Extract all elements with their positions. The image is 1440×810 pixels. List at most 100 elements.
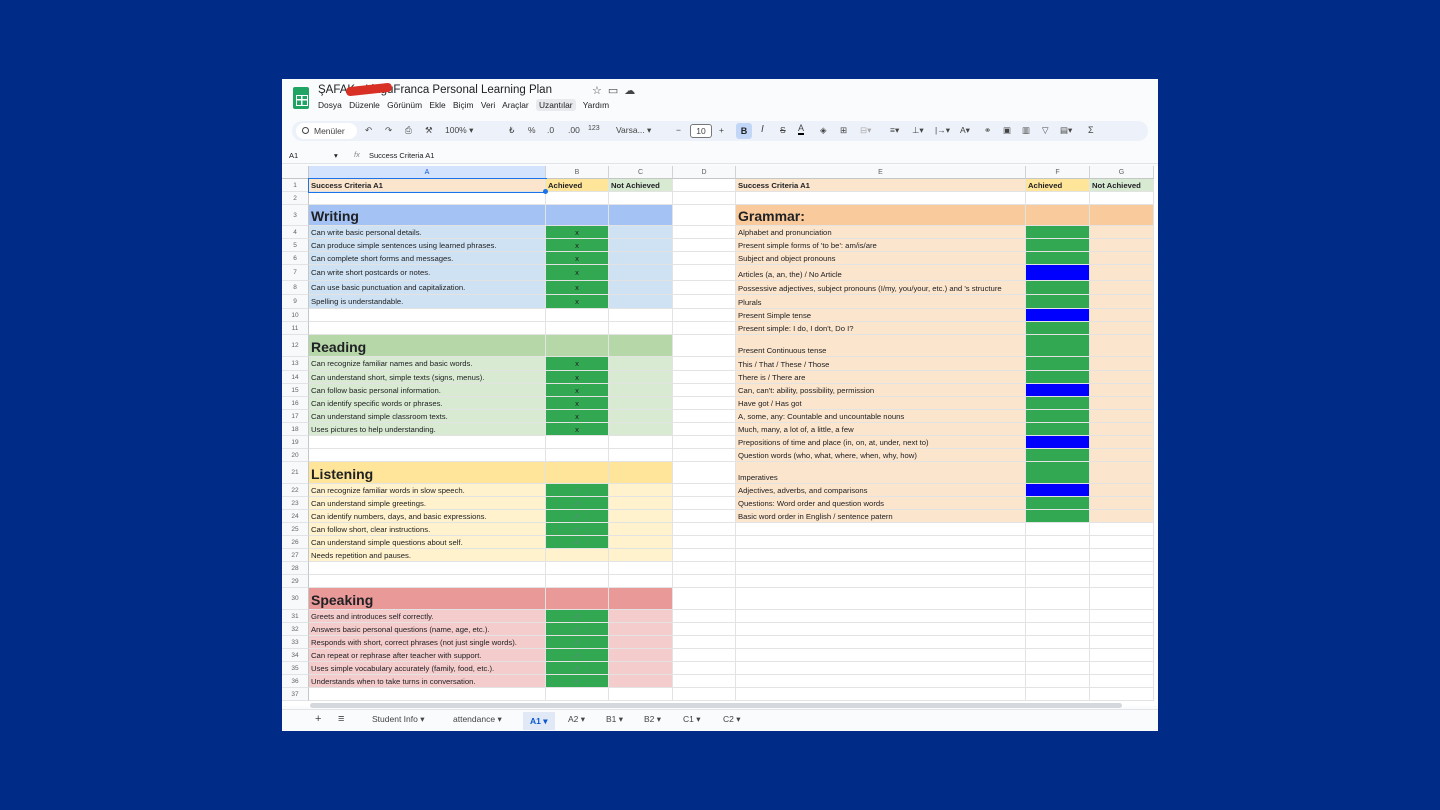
- cell[interactable]: [673, 410, 736, 423]
- cell[interactable]: [309, 562, 546, 575]
- grammar-criteria-cell[interactable]: A, some, any: Countable and uncountable …: [736, 410, 1026, 423]
- cell[interactable]: [1090, 523, 1154, 536]
- cell[interactable]: [1090, 536, 1154, 549]
- row-header[interactable]: 13: [282, 357, 309, 371]
- italic-button[interactable]: I: [761, 124, 764, 135]
- column-header-c[interactable]: C: [609, 166, 673, 179]
- cell[interactable]: [736, 575, 1026, 588]
- grammar-not-achieved-cell[interactable]: [1090, 462, 1154, 484]
- row-header[interactable]: 25: [282, 523, 309, 536]
- comment-icon[interactable]: ▣: [1003, 125, 1011, 136]
- grammar-criteria-cell[interactable]: Questions: Word order and question words: [736, 497, 1026, 510]
- grammar-achieved-cell[interactable]: [1026, 410, 1090, 423]
- not-achieved-cell[interactable]: [609, 295, 673, 309]
- cell[interactable]: [1090, 549, 1154, 562]
- row-header[interactable]: 28: [282, 562, 309, 575]
- cell[interactable]: [546, 436, 609, 449]
- achieved-mark[interactable]: ✓: [546, 623, 609, 636]
- grammar-criteria-cell[interactable]: There is / There are: [736, 371, 1026, 384]
- achieved-mark[interactable]: x: [546, 397, 609, 410]
- cell[interactable]: [309, 192, 546, 205]
- cell[interactable]: [736, 649, 1026, 662]
- redo-icon[interactable]: ↷: [385, 125, 392, 136]
- cell[interactable]: [673, 281, 736, 295]
- header-achieved[interactable]: Achieved: [1026, 179, 1090, 192]
- grammar-achieved-cell[interactable]: [1026, 371, 1090, 384]
- name-box[interactable]: A1: [289, 151, 298, 160]
- criteria-cell[interactable]: Can identify specific words or phrases.: [309, 397, 546, 410]
- cell[interactable]: [309, 309, 546, 322]
- grammar-not-achieved-cell[interactable]: [1090, 226, 1154, 239]
- criteria-cell[interactable]: Responds with short, correct phrases (no…: [309, 636, 546, 649]
- achieved-mark[interactable]: x: [546, 239, 609, 252]
- section-header-cell[interactable]: [546, 588, 609, 610]
- column-header-b[interactable]: B: [546, 166, 609, 179]
- sheets-logo-icon[interactable]: [293, 87, 309, 109]
- achieved-mark[interactable]: ✓: [546, 610, 609, 623]
- cell[interactable]: [609, 449, 673, 462]
- horizontal-scrollbar[interactable]: [310, 703, 1122, 708]
- grammar-criteria-cell[interactable]: Present simple: I do, I don't, Do I?: [736, 322, 1026, 335]
- grammar-achieved-cell[interactable]: [1026, 281, 1090, 295]
- cell[interactable]: [1090, 662, 1154, 675]
- header-achieved[interactable]: Achieved: [546, 179, 609, 192]
- cell[interactable]: [673, 675, 736, 688]
- criteria-cell[interactable]: Can recognize familiar names and basic w…: [309, 357, 546, 371]
- cell[interactable]: [673, 322, 736, 335]
- achieved-mark[interactable]: ✓: [546, 536, 609, 549]
- cell[interactable]: [673, 397, 736, 410]
- row-header[interactable]: 1: [282, 179, 309, 192]
- grammar-criteria-cell[interactable]: This / That / These / Those: [736, 357, 1026, 371]
- grid-corner[interactable]: [282, 166, 309, 179]
- formula-input[interactable]: Success Criteria A1: [369, 151, 434, 160]
- criteria-cell[interactable]: Can use basic punctuation and capitaliza…: [309, 281, 546, 295]
- column-header-f[interactable]: F: [1026, 166, 1090, 179]
- row-header[interactable]: 16: [282, 397, 309, 410]
- cell[interactable]: [736, 623, 1026, 636]
- cell[interactable]: [309, 449, 546, 462]
- cell[interactable]: [736, 549, 1026, 562]
- achieved-mark[interactable]: x: [546, 252, 609, 265]
- row-header[interactable]: 32: [282, 623, 309, 636]
- criteria-cell[interactable]: Answers basic personal questions (name, …: [309, 623, 546, 636]
- row-header[interactable]: 7: [282, 265, 309, 281]
- fill-color-icon[interactable]: ◈: [820, 125, 827, 136]
- folder-icon[interactable]: ▭: [608, 85, 624, 97]
- font-select[interactable]: Varsa... ▾: [616, 125, 651, 136]
- cell[interactable]: [1026, 192, 1090, 205]
- row-header[interactable]: 15: [282, 384, 309, 397]
- achieved-mark[interactable]: x: [546, 281, 609, 295]
- cell[interactable]: [673, 610, 736, 623]
- cell[interactable]: [673, 449, 736, 462]
- grammar-not-achieved-cell[interactable]: [1090, 397, 1154, 410]
- cell[interactable]: [673, 192, 736, 205]
- section-header-cell[interactable]: [609, 335, 673, 357]
- not-achieved-cell[interactable]: [609, 636, 673, 649]
- not-achieved-cell[interactable]: [609, 675, 673, 688]
- sheet-tab-b1[interactable]: B1 ▾: [606, 714, 623, 725]
- cell[interactable]: [546, 449, 609, 462]
- grammar-criteria-cell[interactable]: Imperatives: [736, 462, 1026, 484]
- row-header[interactable]: 23: [282, 497, 309, 510]
- not-achieved-cell[interactable]: [609, 497, 673, 510]
- cell[interactable]: [546, 575, 609, 588]
- grammar-not-achieved-cell[interactable]: [1090, 497, 1154, 510]
- align-icon[interactable]: ≡▾: [890, 125, 899, 136]
- not-achieved-cell[interactable]: [609, 423, 673, 436]
- filter-views-icon[interactable]: ▤▾: [1060, 125, 1072, 136]
- cell[interactable]: [736, 688, 1026, 701]
- cell[interactable]: [736, 662, 1026, 675]
- cell[interactable]: [673, 205, 736, 226]
- cell[interactable]: [673, 562, 736, 575]
- row-header[interactable]: 35: [282, 662, 309, 675]
- row-header[interactable]: 8: [282, 281, 309, 295]
- cell[interactable]: [1090, 636, 1154, 649]
- cell[interactable]: [1090, 675, 1154, 688]
- cell[interactable]: [609, 562, 673, 575]
- menu-ekle[interactable]: Ekle: [429, 100, 445, 110]
- achieved-mark[interactable]: ✓: [546, 497, 609, 510]
- filter-icon[interactable]: ▽: [1042, 125, 1049, 136]
- criteria-cell[interactable]: Uses pictures to help understanding.: [309, 423, 546, 436]
- grammar-achieved-cell[interactable]: [1026, 252, 1090, 265]
- not-achieved-cell[interactable]: [609, 384, 673, 397]
